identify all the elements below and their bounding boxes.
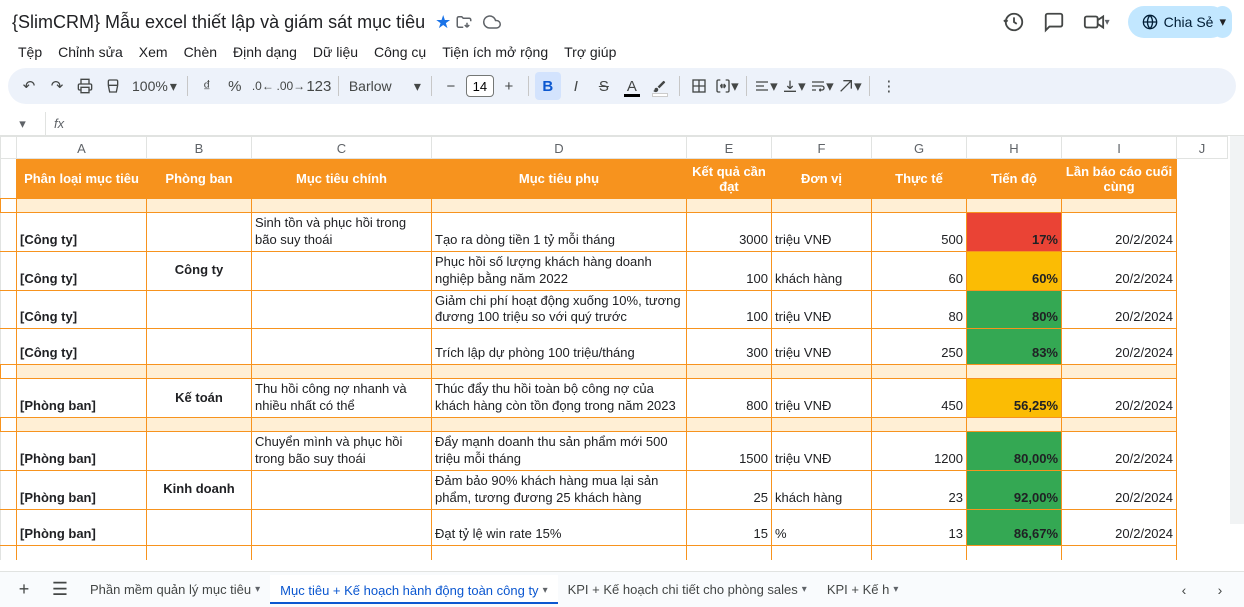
sheet-tab[interactable]: KPI + Kế h ▾: [817, 576, 909, 603]
bold-button[interactable]: B: [535, 72, 561, 100]
sheet-tab[interactable]: KPI + Kế hoạch chi tiết cho phòng sales …: [558, 576, 817, 603]
merge-icon[interactable]: ▾: [714, 72, 740, 100]
menu-insert[interactable]: Chèn: [178, 42, 223, 62]
share-dropdown[interactable]: ▾: [1213, 6, 1232, 38]
col-header-B[interactable]: B: [147, 137, 252, 159]
meet-icon[interactable]: ▾: [1083, 11, 1110, 33]
paint-format-icon[interactable]: [100, 72, 126, 100]
table-row[interactable]: [Công ty] Giảm chi phí hoạt động xuống 1…: [1, 290, 1228, 329]
menu-file[interactable]: Tệp: [12, 42, 48, 62]
table-row[interactable]: [Phòng ban] Kế toán Thu hồi công nợ nhan…: [1, 379, 1228, 418]
table-header[interactable]: Lần báo cáo cuối cùng: [1062, 159, 1177, 199]
wrap-icon[interactable]: ▾: [809, 72, 835, 100]
vertical-scrollbar[interactable]: [1230, 136, 1244, 524]
sheet-tab[interactable]: Phần mềm quản lý mục tiêu ▾: [80, 576, 270, 603]
table-header[interactable]: Thực tế: [872, 159, 967, 199]
table-row[interactable]: [Công ty] Sinh tồn và phục hồi trong bão…: [1, 213, 1228, 252]
tab-scroll-left[interactable]: ‹: [1168, 574, 1200, 606]
spreadsheet-grid[interactable]: ABCDEFGHIJPhân loại mục tiêuPhòng banMục…: [0, 136, 1244, 560]
font-size-input[interactable]: [466, 75, 494, 97]
col-header-F[interactable]: F: [772, 137, 872, 159]
menu-format[interactable]: Định dạng: [227, 42, 303, 62]
menu-extensions[interactable]: Tiện ích mở rộng: [436, 42, 554, 62]
borders-icon[interactable]: [686, 72, 712, 100]
table-header[interactable]: Tiến độ: [967, 159, 1062, 199]
add-sheet-button[interactable]: +: [8, 574, 40, 606]
comment-icon[interactable]: [1043, 11, 1065, 33]
menu-view[interactable]: Xem: [133, 42, 174, 62]
halign-icon[interactable]: ▾: [753, 72, 779, 100]
history-icon[interactable]: [1003, 11, 1025, 33]
formula-bar: ▾ fx: [0, 112, 1244, 136]
tab-scroll-right[interactable]: ›: [1204, 574, 1236, 606]
menu-data[interactable]: Dữ liệu: [307, 42, 364, 62]
all-sheets-button[interactable]: ☰: [44, 574, 76, 606]
cloud-icon[interactable]: [483, 13, 501, 31]
table-header[interactable]: Kết quả cần đạt: [687, 159, 772, 199]
menu-edit[interactable]: Chỉnh sửa: [52, 42, 129, 62]
fill-color-button[interactable]: [647, 72, 673, 100]
zoom-select[interactable]: 100% ▾: [128, 78, 181, 95]
print-icon[interactable]: [72, 72, 98, 100]
name-box[interactable]: ▾: [0, 112, 46, 135]
menu-bar: Tệp Chỉnh sửa Xem Chèn Định dạng Dữ liệu…: [0, 40, 1244, 68]
col-header-E[interactable]: E: [687, 137, 772, 159]
col-header-J[interactable]: J: [1177, 137, 1228, 159]
col-header-D[interactable]: D: [432, 137, 687, 159]
table-header[interactable]: Phân loại mục tiêu: [17, 159, 147, 199]
menu-tools[interactable]: Công cụ: [368, 42, 432, 62]
table-header[interactable]: Mục tiêu phụ: [432, 159, 687, 199]
increase-decimal-icon[interactable]: .00→: [278, 72, 304, 100]
fx-icon: fx: [54, 116, 64, 131]
table-header[interactable]: Phòng ban: [147, 159, 252, 199]
text-color-button[interactable]: A: [619, 72, 645, 100]
toolbar: ↶ ↷ 100% ▾ ₫ % .0← .00→ 123 Barlow ▾ − +…: [8, 68, 1236, 104]
document-title[interactable]: {SlimCRM} Mẫu excel thiết lập và giám sá…: [12, 12, 425, 33]
col-header-C[interactable]: C: [252, 137, 432, 159]
table-row[interactable]: Đạt được quy mô giao dịch trung bình 50: [1, 545, 1228, 560]
col-header-G[interactable]: G: [872, 137, 967, 159]
valign-icon[interactable]: ▾: [781, 72, 807, 100]
move-icon[interactable]: [455, 13, 473, 31]
table-header[interactable]: Mục tiêu chính: [252, 159, 432, 199]
col-header-I[interactable]: I: [1062, 137, 1177, 159]
italic-button[interactable]: I: [563, 72, 589, 100]
title-bar: {SlimCRM} Mẫu excel thiết lập và giám sá…: [0, 0, 1244, 40]
decrease-font-icon[interactable]: −: [438, 72, 464, 100]
currency-icon[interactable]: ₫: [194, 72, 220, 100]
table-row[interactable]: [Phòng ban] Đạt tỷ lệ win rate 15% 15 % …: [1, 509, 1228, 545]
increase-font-icon[interactable]: +: [496, 72, 522, 100]
more-formats-icon[interactable]: 123: [306, 72, 332, 100]
rotate-icon[interactable]: ▾: [837, 72, 863, 100]
table-row[interactable]: [Phòng ban] Chuyển mình và phục hồi tron…: [1, 432, 1228, 471]
table-row[interactable]: [Phòng ban] Kinh doanh Đảm bảo 90% khách…: [1, 470, 1228, 509]
star-icon[interactable]: ★: [435, 12, 451, 33]
col-header-H[interactable]: H: [967, 137, 1062, 159]
percent-icon[interactable]: %: [222, 72, 248, 100]
more-toolbar-icon[interactable]: ⋮: [876, 72, 902, 100]
menu-help[interactable]: Trợ giúp: [558, 42, 622, 62]
undo-icon[interactable]: ↶: [16, 72, 42, 100]
table-header[interactable]: Đơn vị: [772, 159, 872, 199]
sheet-tab[interactable]: Mục tiêu + Kế hoạch hành động toàn công …: [270, 575, 557, 604]
redo-icon[interactable]: ↷: [44, 72, 70, 100]
col-header-A[interactable]: A: [17, 137, 147, 159]
font-select[interactable]: Barlow ▾: [345, 78, 425, 95]
strike-button[interactable]: S: [591, 72, 617, 100]
table-row[interactable]: [Công ty] Công ty Phục hồi số lượng khác…: [1, 251, 1228, 290]
table-row[interactable]: [Công ty] Trích lập dự phòng 100 triệu/t…: [1, 329, 1228, 365]
sheet-tabs-bar: + ☰ Phần mềm quản lý mục tiêu ▾Mục tiêu …: [0, 571, 1244, 607]
share-label: Chia Sẻ: [1164, 14, 1214, 30]
decrease-decimal-icon[interactable]: .0←: [250, 72, 276, 100]
